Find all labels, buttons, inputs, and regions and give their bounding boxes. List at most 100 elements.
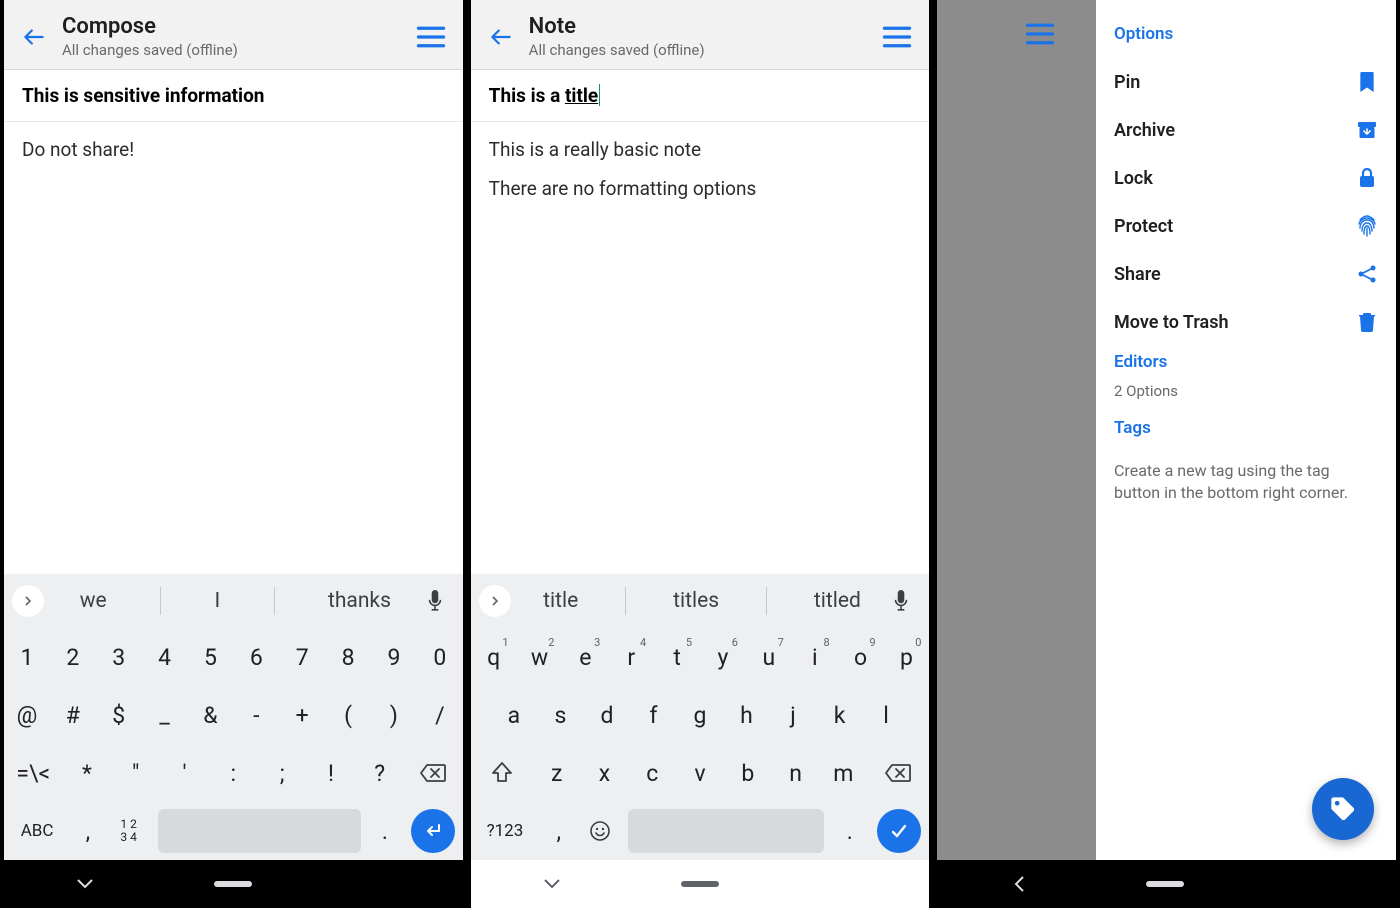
key[interactable]: q1 bbox=[471, 632, 517, 682]
key[interactable]: n bbox=[772, 748, 820, 798]
key[interactable]: 1 bbox=[4, 632, 50, 682]
drawer-option-share[interactable]: Share bbox=[1114, 250, 1378, 298]
key[interactable]: 2 bbox=[50, 632, 96, 682]
done-key[interactable] bbox=[877, 809, 921, 853]
scrim[interactable]: Options PinArchiveLockProtectShareMove t… bbox=[937, 0, 1396, 908]
key[interactable]: f bbox=[630, 690, 677, 740]
key[interactable]: : bbox=[209, 748, 258, 798]
key[interactable]: ! bbox=[307, 748, 356, 798]
backspace-key[interactable] bbox=[867, 748, 929, 798]
key[interactable]: j bbox=[770, 690, 817, 740]
menu-button[interactable] bbox=[1025, 22, 1055, 46]
home-pill[interactable] bbox=[681, 881, 719, 887]
spacebar-key[interactable] bbox=[158, 809, 362, 853]
key[interactable]: 5 bbox=[188, 632, 234, 682]
key[interactable]: m bbox=[819, 748, 867, 798]
key[interactable]: " bbox=[111, 748, 160, 798]
spacebar-key[interactable] bbox=[628, 809, 824, 853]
home-pill[interactable] bbox=[214, 881, 252, 887]
key[interactable]: y6 bbox=[700, 632, 746, 682]
key[interactable]: 8 bbox=[325, 632, 371, 682]
key[interactable]: b bbox=[724, 748, 772, 798]
key[interactable]: l bbox=[863, 690, 910, 740]
back-icon[interactable] bbox=[1012, 875, 1026, 893]
suggestion[interactable]: titled bbox=[796, 589, 879, 613]
note-title-input[interactable]: This is sensitive information bbox=[4, 70, 463, 122]
suggestion[interactable]: thanks bbox=[310, 589, 409, 613]
key[interactable]: p0 bbox=[884, 632, 930, 682]
key[interactable]: 4 bbox=[142, 632, 188, 682]
key[interactable]: w2 bbox=[517, 632, 563, 682]
key[interactable]: 7 bbox=[279, 632, 325, 682]
key[interactable]: - bbox=[233, 690, 279, 740]
key[interactable]: d bbox=[584, 690, 631, 740]
back-button[interactable] bbox=[483, 19, 519, 55]
key[interactable]: o9 bbox=[838, 632, 884, 682]
backspace-key[interactable] bbox=[404, 748, 463, 798]
key[interactable]: s bbox=[537, 690, 584, 740]
key[interactable]: , bbox=[539, 806, 578, 856]
key[interactable]: i8 bbox=[792, 632, 838, 682]
suggestion[interactable]: we bbox=[62, 589, 125, 613]
suggestion[interactable]: I bbox=[196, 589, 238, 613]
note-body-input[interactable]: This is a really basic note There are no… bbox=[471, 122, 930, 574]
expand-icon[interactable] bbox=[12, 585, 44, 617]
key[interactable]: t5 bbox=[654, 632, 700, 682]
key[interactable]: ) bbox=[371, 690, 417, 740]
key[interactable]: * bbox=[63, 748, 112, 798]
key[interactable]: , bbox=[70, 806, 106, 856]
chevron-down-icon[interactable] bbox=[76, 878, 94, 890]
key[interactable]: 3 bbox=[96, 632, 142, 682]
key[interactable]: h bbox=[723, 690, 770, 740]
key[interactable]: + bbox=[279, 690, 325, 740]
mic-icon[interactable] bbox=[893, 590, 921, 612]
key[interactable]: a bbox=[491, 690, 538, 740]
expand-icon[interactable] bbox=[479, 585, 511, 617]
key[interactable]: ; bbox=[258, 748, 307, 798]
editors-count[interactable]: 2 Options bbox=[1114, 382, 1378, 400]
menu-button[interactable] bbox=[877, 17, 917, 57]
shift-key[interactable] bbox=[471, 748, 533, 798]
key[interactable]: x bbox=[581, 748, 629, 798]
key[interactable]: & bbox=[188, 690, 234, 740]
numpad-key[interactable]: 1 2 3 4 bbox=[106, 806, 152, 856]
key[interactable]: @ bbox=[4, 690, 50, 740]
note-body-input[interactable]: Do not share! bbox=[4, 122, 463, 574]
key[interactable]: / bbox=[417, 690, 463, 740]
key[interactable]: k bbox=[816, 690, 863, 740]
mic-icon[interactable] bbox=[427, 590, 455, 612]
key[interactable]: c bbox=[628, 748, 676, 798]
chevron-down-icon[interactable] bbox=[543, 878, 561, 890]
drawer-option-archive[interactable]: Archive bbox=[1114, 106, 1378, 154]
key[interactable]: ' bbox=[160, 748, 209, 798]
key[interactable]: # bbox=[50, 690, 96, 740]
emoji-key[interactable] bbox=[578, 806, 622, 856]
enter-key[interactable] bbox=[411, 809, 455, 853]
key[interactable]: . bbox=[367, 806, 403, 856]
drawer-option-move-to-trash[interactable]: Move to Trash bbox=[1114, 298, 1378, 346]
key[interactable]: u7 bbox=[746, 632, 792, 682]
add-tag-fab[interactable] bbox=[1312, 778, 1374, 840]
suggestion[interactable]: titles bbox=[655, 589, 737, 613]
key[interactable]: ? bbox=[355, 748, 404, 798]
key[interactable]: r4 bbox=[608, 632, 654, 682]
mode-key[interactable]: ?123 bbox=[471, 806, 540, 856]
suggestion[interactable]: title bbox=[525, 589, 596, 613]
key[interactable]: g bbox=[677, 690, 724, 740]
key[interactable]: =\< bbox=[4, 748, 63, 798]
home-pill[interactable] bbox=[1146, 881, 1184, 887]
key[interactable]: ( bbox=[325, 690, 371, 740]
back-button[interactable] bbox=[16, 19, 52, 55]
key[interactable]: $ bbox=[96, 690, 142, 740]
key[interactable]: . bbox=[830, 806, 869, 856]
key[interactable]: 0 bbox=[417, 632, 463, 682]
key[interactable]: e3 bbox=[562, 632, 608, 682]
drawer-option-lock[interactable]: Lock bbox=[1114, 154, 1378, 202]
drawer-option-protect[interactable]: Protect bbox=[1114, 202, 1378, 250]
key[interactable]: 9 bbox=[371, 632, 417, 682]
key[interactable]: z bbox=[533, 748, 581, 798]
key[interactable]: 6 bbox=[233, 632, 279, 682]
drawer-option-pin[interactable]: Pin bbox=[1114, 58, 1378, 106]
note-title-input[interactable]: This is a title bbox=[471, 70, 930, 122]
key[interactable]: _ bbox=[142, 690, 188, 740]
